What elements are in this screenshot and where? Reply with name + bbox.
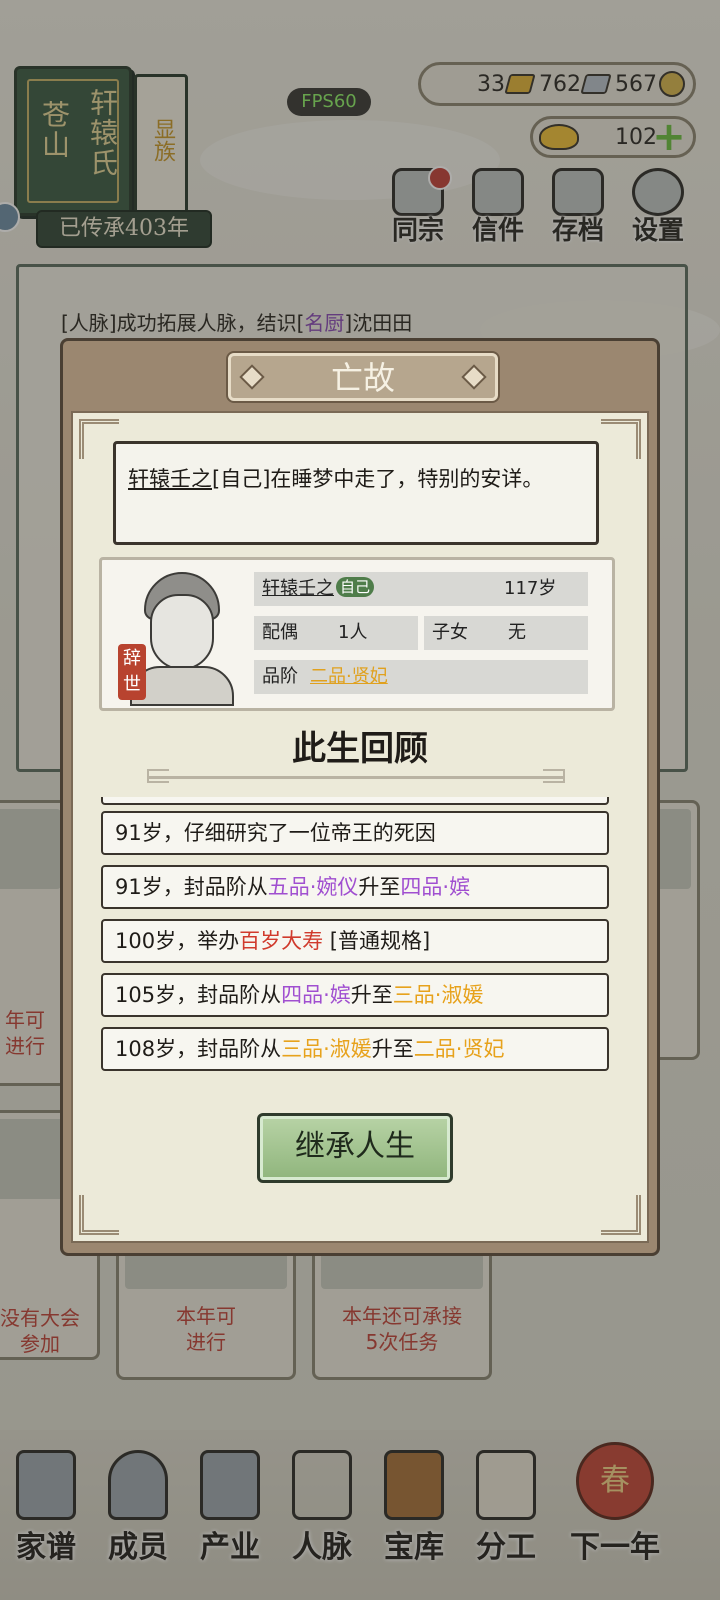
corner-ornament [79, 1195, 119, 1235]
corner-ornament [601, 1195, 641, 1235]
inherit-life-button[interactable]: 继承人生 [257, 1113, 453, 1183]
rank-to: 四品·嫔 [400, 875, 471, 899]
event-text: 升至 [350, 983, 393, 1007]
corner-ornament [601, 419, 641, 459]
event-text: 升至 [371, 1037, 414, 1061]
list-item: 108岁，封品阶从三品·淑媛升至二品·贤妃 [101, 1027, 609, 1071]
spouse-value: 1人 [338, 622, 368, 643]
rank-from: 三品·淑媛 [281, 1037, 372, 1061]
profile-children-row: 子女 无 [424, 616, 588, 650]
children-label: 子女 [432, 622, 468, 643]
list-item: 100岁，举办百岁大寿 [普通规格] [101, 919, 609, 963]
portrait-face [150, 594, 214, 670]
event-text: 91岁，封品阶从 [115, 875, 268, 899]
profile-name-row: 轩辕壬之 自己 117岁 [254, 572, 588, 606]
deceased-seal: 辞世 [118, 644, 146, 700]
event-text: 升至 [358, 875, 401, 899]
rank-from: 五品·婉仪 [267, 875, 359, 899]
rank-value-link[interactable]: 二品·贤妃 [310, 666, 388, 687]
event-text: 105岁，封品阶从 [115, 983, 282, 1007]
rank-to: 二品·贤妃 [413, 1037, 505, 1061]
list-item: 105岁，封品阶从四品·嫔升至三品·淑媛 [101, 973, 609, 1017]
self-badge: 自己 [336, 577, 375, 597]
list-item: 91岁，封品阶从五品·婉仪升至四品·嫔 [101, 865, 609, 909]
profile-card: 辞世 轩辕壬之 自己 117岁 配偶 1人 子女 无 品阶 二品·贤妃 [99, 557, 615, 711]
event-text: 91岁，仔细研究了一位帝王的死因 [115, 821, 436, 845]
children-value: 无 [508, 622, 526, 643]
rank-label: 品阶 [262, 666, 298, 687]
death-dialog: 亡故 轩辕壬之[自己]在睡梦中走了，特别的安详。 辞世 轩辕壬之 自己 117岁 … [60, 338, 660, 1256]
life-review-title: 此生回顾 [292, 729, 428, 769]
profile-spouse-row: 配偶 1人 [254, 616, 418, 650]
rank-from: 四品·嫔 [281, 983, 351, 1007]
deceased-name-link[interactable]: 轩辕壬之 [128, 467, 212, 491]
spouse-label: 配偶 [262, 622, 298, 643]
title-divider [147, 769, 565, 783]
profile-name[interactable]: 轩辕壬之 [262, 578, 334, 599]
profile-age: 117岁 [504, 578, 557, 599]
portrait: 辞世 [112, 566, 248, 706]
rank-to: 三品·淑媛 [392, 983, 484, 1007]
list-item: 91岁，仔细研究了一位帝王的死因 [101, 811, 609, 855]
life-events-list[interactable]: 91岁，仔细研究了一位帝王的死因 91岁，封品阶从五品·婉仪升至四品·嫔 100… [101, 797, 611, 1073]
profile-rank-row: 品阶 二品·贤妃 [254, 660, 588, 694]
event-text: 108岁，封品阶从 [115, 1037, 282, 1061]
dialog-title: 亡故 [330, 359, 395, 397]
death-message: 轩辕壬之[自己]在睡梦中走了，特别的安详。 [113, 441, 599, 545]
event-text: 100岁，举办 [115, 929, 240, 953]
event-text: [普通规格] [323, 929, 431, 953]
death-message-text: [自己]在睡梦中走了，特别的安详。 [212, 467, 544, 491]
dialog-title-plate: 亡故 [228, 353, 498, 401]
event-highlight: 百岁大寿 [239, 929, 324, 953]
list-item [101, 797, 609, 805]
